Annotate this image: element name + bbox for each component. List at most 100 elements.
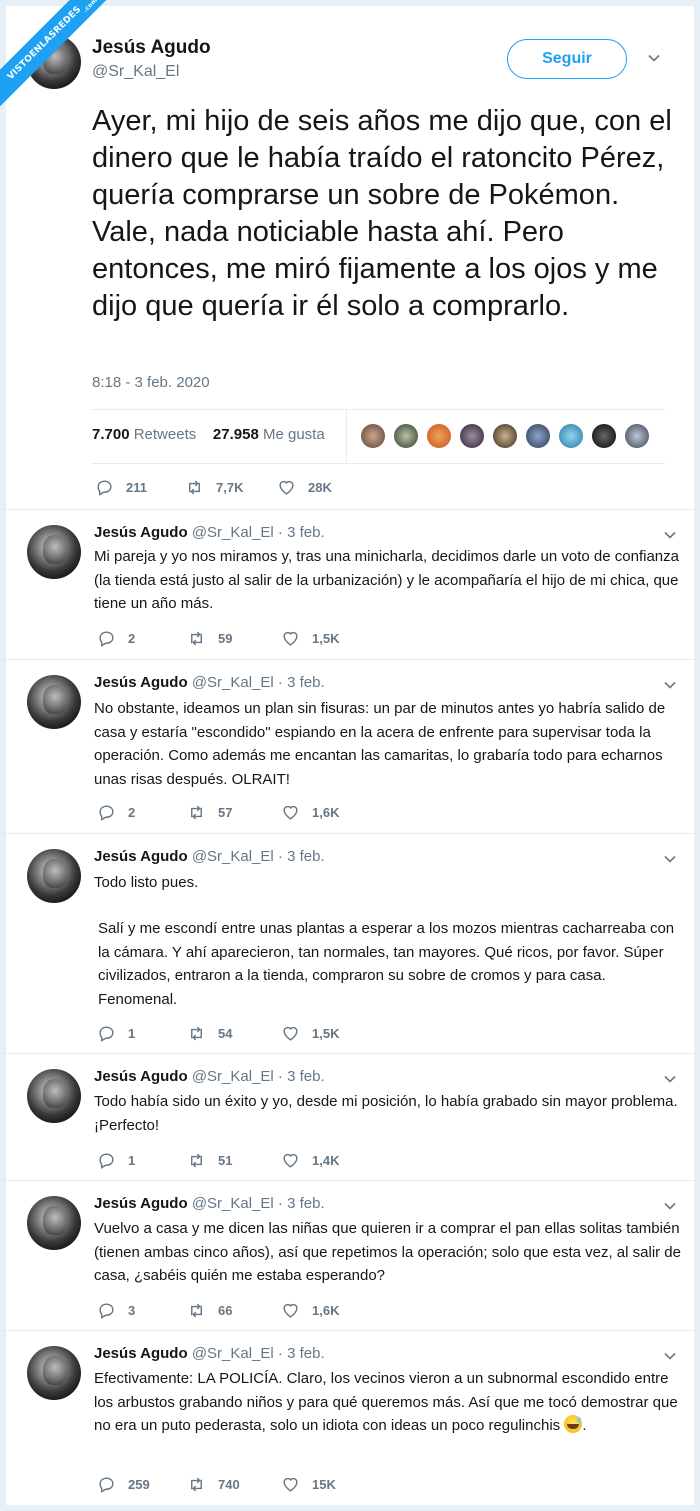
- reply-text: Salí y me escondí entre unas plantas a e…: [98, 920, 675, 1008]
- author-handle[interactable]: @Sr_Kal_El: [192, 524, 274, 541]
- reply-date[interactable]: · 3 feb.: [278, 524, 325, 541]
- retweets-count[interactable]: 7.700: [92, 426, 130, 443]
- heart-icon: [279, 480, 294, 495]
- reply-button[interactable]: 1: [97, 1151, 135, 1170]
- likes-count[interactable]: 27.958: [213, 426, 259, 443]
- author-name[interactable]: Jesús Agudo: [94, 1068, 188, 1085]
- heart-icon: [283, 1153, 298, 1168]
- author-name[interactable]: Jesús Agudo: [94, 1345, 188, 1362]
- avatar[interactable]: [27, 675, 81, 729]
- retweet-button[interactable]: 54: [187, 1024, 232, 1043]
- avatar[interactable]: [27, 1346, 81, 1400]
- reply-date[interactable]: · 3 feb.: [278, 1068, 325, 1085]
- chevron-down-icon[interactable]: [664, 853, 676, 865]
- author-name[interactable]: Jesús Agudo: [94, 524, 188, 541]
- likes-label[interactable]: Me gusta: [263, 426, 325, 443]
- avatar[interactable]: [27, 1069, 81, 1123]
- avatar[interactable]: [393, 423, 419, 449]
- retweet-button[interactable]: 59: [187, 629, 232, 648]
- like-button[interactable]: 28K: [277, 478, 332, 497]
- reply-text: Mi pareja y yo nos miramos y, tras una m…: [94, 548, 679, 612]
- retweet-icon: [191, 805, 202, 820]
- like-button[interactable]: 1,5K: [281, 1024, 339, 1043]
- retweet-button[interactable]: 51: [187, 1151, 232, 1170]
- heart-icon: [283, 805, 298, 820]
- avatar[interactable]: [27, 525, 81, 579]
- retweet-icon: [189, 480, 200, 495]
- retweet-icon: [191, 631, 202, 646]
- divider: [0, 1053, 700, 1054]
- retweet-button[interactable]: 57: [187, 803, 232, 822]
- divider: [0, 1330, 700, 1331]
- retweet-button[interactable]: 7,7K: [185, 478, 243, 497]
- reply-button[interactable]: 3: [97, 1301, 135, 1320]
- like-button[interactable]: 1,4K: [281, 1151, 339, 1170]
- retweet-icon: [191, 1026, 202, 1041]
- like-button[interactable]: 1,5K: [281, 629, 339, 648]
- avatar[interactable]: [27, 849, 81, 903]
- author-handle[interactable]: @Sr_Kal_El: [192, 674, 274, 691]
- chevron-down-icon[interactable]: [648, 52, 660, 64]
- reply-icon: [99, 1026, 114, 1042]
- follow-button[interactable]: Seguir: [507, 39, 627, 79]
- grinning-sweat-emoji: [564, 1415, 583, 1433]
- reply-header: Jesús Agudo @Sr_Kal_El · 3 feb.: [94, 1068, 325, 1085]
- author-handle[interactable]: @Sr_Kal_El: [192, 848, 274, 865]
- author-name[interactable]: Jesús Agudo: [92, 37, 211, 59]
- divider: [0, 659, 700, 660]
- retweet-button[interactable]: 66: [187, 1301, 232, 1320]
- divider: [92, 463, 665, 464]
- reply-button[interactable]: 2: [97, 803, 135, 822]
- like-button[interactable]: 15K: [281, 1475, 336, 1494]
- heart-icon: [283, 1477, 298, 1492]
- author-handle[interactable]: @Sr_Kal_El: [192, 1345, 274, 1362]
- reply-date[interactable]: · 3 feb.: [278, 1345, 325, 1362]
- tweet-timestamp[interactable]: 8:18 - 3 feb. 2020: [92, 374, 210, 391]
- author-name[interactable]: Jesús Agudo: [94, 848, 188, 865]
- reply-button[interactable]: 211: [95, 478, 147, 497]
- chevron-down-icon[interactable]: [664, 679, 676, 691]
- author-name[interactable]: Jesús Agudo: [94, 1195, 188, 1212]
- retweet-button[interactable]: 740: [187, 1475, 240, 1494]
- like-button[interactable]: 1,6K: [281, 1301, 339, 1320]
- divider: [0, 509, 700, 510]
- reply-header: Jesús Agudo @Sr_Kal_El · 3 feb.: [94, 674, 325, 691]
- reply-text: Vuelvo a casa y me dicen las niñas que q…: [94, 1220, 681, 1284]
- reply-icon: [99, 1153, 114, 1169]
- chevron-down-icon[interactable]: [664, 1073, 676, 1085]
- reply-icon: [99, 805, 114, 821]
- retweet-icon: [191, 1303, 202, 1318]
- retweets-label[interactable]: Retweets: [134, 426, 197, 443]
- avatar[interactable]: [591, 423, 617, 449]
- avatar[interactable]: [459, 423, 485, 449]
- author-handle[interactable]: @Sr_Kal_El: [192, 1195, 274, 1212]
- reply-button[interactable]: 259: [97, 1475, 150, 1494]
- author-handle[interactable]: @Sr_Kal_El: [192, 1068, 274, 1085]
- avatar[interactable]: [426, 423, 452, 449]
- chevron-down-icon[interactable]: [664, 1200, 676, 1212]
- author-name[interactable]: Jesús Agudo: [94, 674, 188, 691]
- reply-button[interactable]: 2: [97, 629, 135, 648]
- reply-header: Jesús Agudo @Sr_Kal_El · 3 feb.: [94, 848, 325, 865]
- avatar[interactable]: [27, 1196, 81, 1250]
- avatar[interactable]: [624, 423, 650, 449]
- author-handle[interactable]: @Sr_Kal_El: [92, 63, 179, 81]
- reply-date[interactable]: · 3 feb.: [278, 1195, 325, 1212]
- reply-date[interactable]: · 3 feb.: [278, 848, 325, 865]
- reply-text: Efectivamente: LA POLICÍA. Claro, los ve…: [94, 1370, 678, 1434]
- avatar[interactable]: [492, 423, 518, 449]
- avatar[interactable]: [525, 423, 551, 449]
- avatar[interactable]: [360, 423, 386, 449]
- retweet-icon: [191, 1477, 202, 1492]
- reply-text: No obstante, ideamos un plan sin fisuras…: [94, 700, 666, 788]
- chevron-down-icon[interactable]: [664, 529, 676, 541]
- reply-button[interactable]: 1: [97, 1024, 135, 1043]
- reply-icon: [99, 631, 114, 647]
- reply-header: Jesús Agudo @Sr_Kal_El · 3 feb.: [94, 1345, 325, 1362]
- chevron-down-icon[interactable]: [664, 1350, 676, 1362]
- like-button[interactable]: 1,6K: [281, 803, 339, 822]
- avatar[interactable]: [558, 423, 584, 449]
- heart-icon: [283, 1026, 298, 1041]
- reply-date[interactable]: · 3 feb.: [278, 674, 325, 691]
- divider: [0, 833, 700, 834]
